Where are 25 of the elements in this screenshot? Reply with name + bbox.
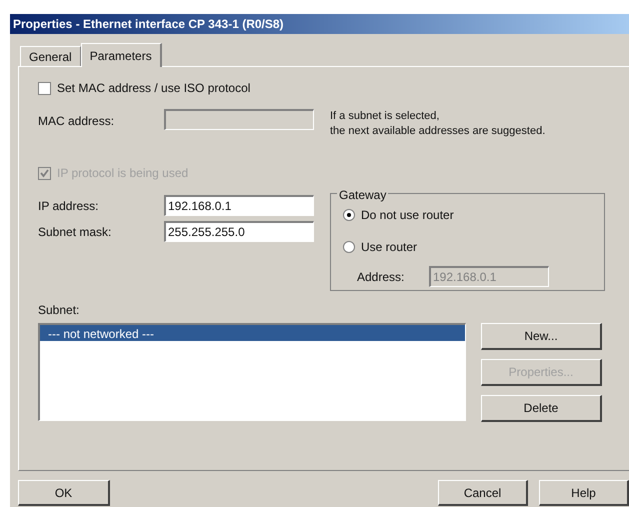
field-label: Subnet mask: — [38, 224, 112, 240]
input-field[interactable]: 192.168.0.1 — [164, 195, 314, 216]
tab[interactable]: General — [20, 46, 81, 66]
radio-label: Use router — [361, 239, 418, 256]
radio-button[interactable] — [343, 241, 355, 253]
button[interactable]: Help — [539, 480, 629, 506]
list-box[interactable]: --- not networked --- — [38, 323, 466, 421]
hint-text: the next available addresses are suggested. — [330, 124, 546, 139]
radio-label: Do not use router — [361, 207, 454, 224]
field-label: Address: — [357, 268, 406, 286]
field-label: MAC address: — [38, 113, 116, 130]
window-title: Properties - Ethernet interface CP 343-1 (R0/S8) — [13, 16, 284, 33]
list-item[interactable]: --- not networked --- — [40, 325, 465, 341]
checkbox-label: Set MAC address / use ISO protocol — [57, 80, 250, 97]
button[interactable]: OK — [18, 480, 110, 506]
tab[interactable]: Parameters — [80, 43, 162, 67]
button[interactable]: Cancel — [438, 480, 528, 506]
button[interactable]: Delete — [481, 395, 602, 422]
field-label: Subnet: — [38, 302, 80, 319]
hint-text: If a subnet is selected, — [330, 109, 440, 124]
field-label: IP address: — [38, 198, 100, 214]
checkbox[interactable] — [38, 82, 51, 94]
button[interactable]: New... — [481, 323, 602, 350]
input-field[interactable]: 255.255.255.0 — [164, 221, 314, 242]
radio-button[interactable] — [343, 209, 355, 221]
